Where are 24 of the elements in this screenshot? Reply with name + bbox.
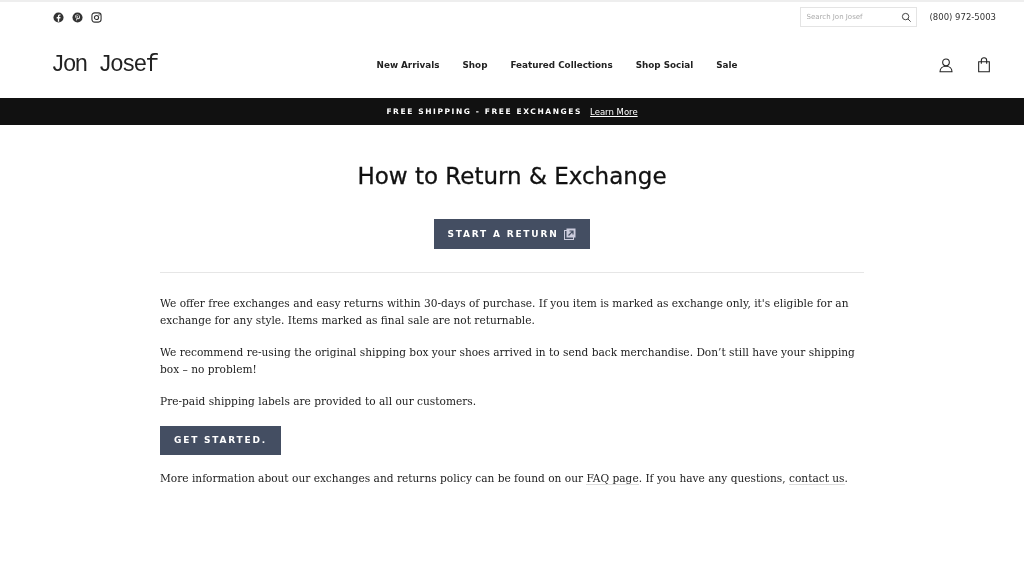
text-link[interactable]: contact us xyxy=(789,471,845,485)
search-icon[interactable] xyxy=(900,12,912,23)
body-paragraph: We offer free exchanges and easy returns within 30-days of purchase. If you item is marked as exchange only, it's eligible for an exchange for any style. Items marked as final sale are not returnable. xyxy=(160,296,850,328)
nav-link[interactable]: Shop xyxy=(462,60,488,70)
start-return-button[interactable]: START A RETURN xyxy=(433,219,591,249)
external-link-icon xyxy=(564,228,577,240)
instagram-icon[interactable] xyxy=(91,11,102,23)
body-paragraph: We recommend re-using the original shipping box your shoes arrived in to send back merchandise. Don’t still have your shipping box – no problem! xyxy=(160,345,856,377)
get-started-button[interactable]: GET STARTED. xyxy=(160,425,281,455)
logo[interactable]: Jon Josef xyxy=(51,52,158,78)
nav-link[interactable]: Featured Collections xyxy=(510,60,613,70)
pinterest-icon[interactable] xyxy=(72,11,83,23)
nav-link[interactable]: Sale xyxy=(716,60,738,70)
account-icon[interactable] xyxy=(938,57,954,73)
nav-link[interactable]: New Arrivals xyxy=(376,60,440,70)
info-paragraph: More information about our exchanges and returns policy can be found on our FAQ page. If you have any questions, contact us. xyxy=(160,470,849,486)
page-title: How to Return & Exchange xyxy=(356,163,668,189)
phone-number: (800) 972-5003 xyxy=(929,12,996,22)
shopping-bag-icon[interactable] xyxy=(976,57,992,73)
body-paragraph: Pre-paid shipping labels are provided to all our customers. xyxy=(160,394,478,409)
facebook-icon[interactable] xyxy=(53,11,64,23)
nav-link[interactable]: Shop Social xyxy=(635,60,694,70)
text-link[interactable]: FAQ page xyxy=(586,471,639,485)
learn-more-link[interactable]: Learn More xyxy=(590,106,638,117)
